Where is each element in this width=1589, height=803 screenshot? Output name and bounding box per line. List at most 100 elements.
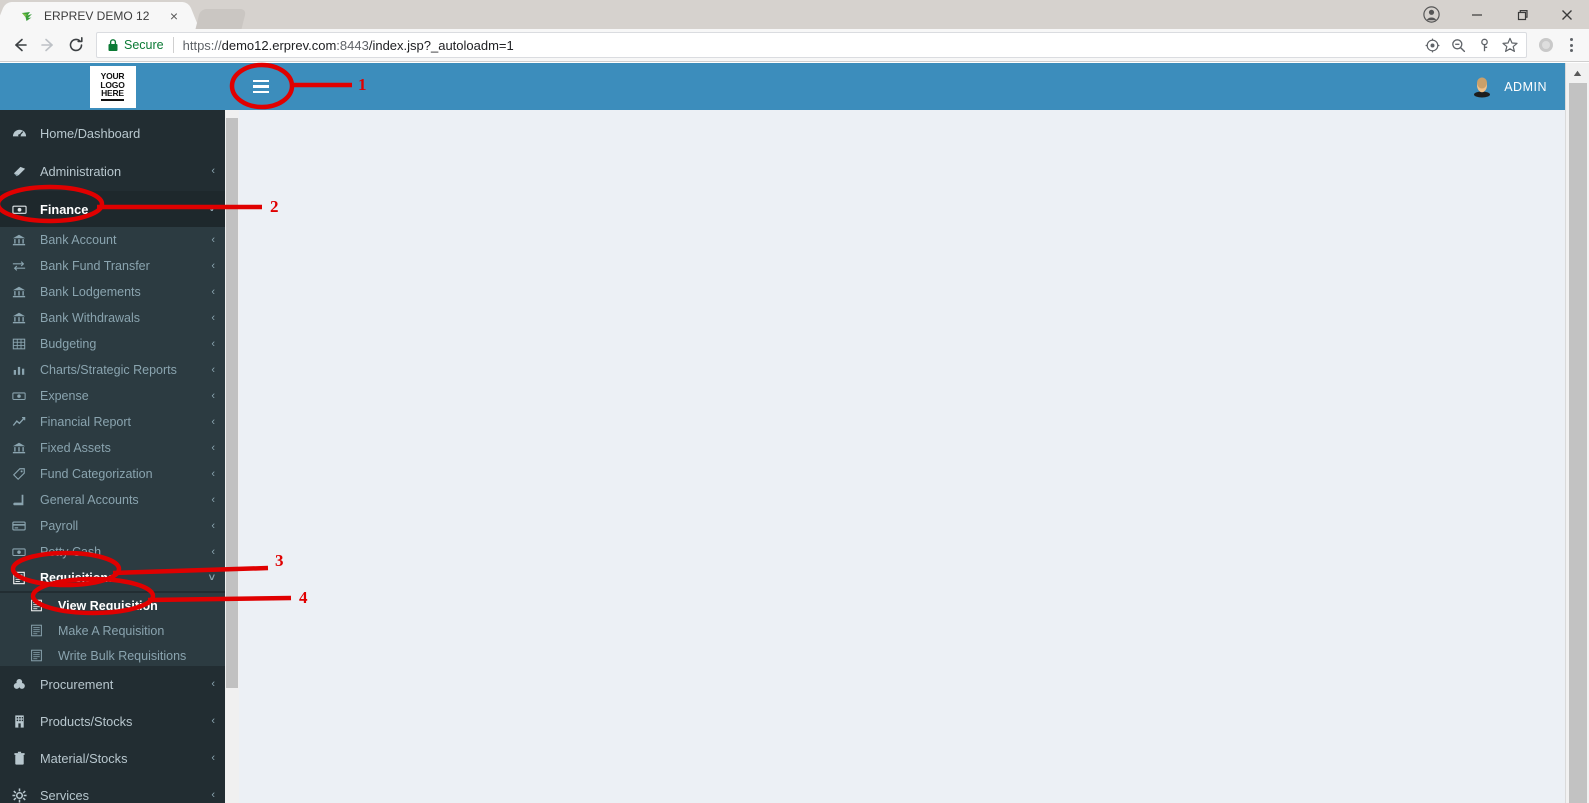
sidebar-item-label: Fund Categorization: [40, 467, 153, 481]
url-host: demo12.erprev.com: [221, 37, 337, 53]
main-content-area: [239, 110, 1565, 803]
sidebar-item-material-stocks[interactable]: Material/Stocks ‹: [0, 740, 225, 777]
sidebar-item-services[interactable]: Services ‹: [0, 777, 225, 803]
chevron-left-icon: ‹: [211, 259, 215, 272]
header-user-area[interactable]: ADMIN: [1469, 63, 1565, 110]
sidebar-item-bank-account[interactable]: Bank Account ‹: [0, 227, 225, 253]
sidebar-item-label: Finance: [40, 201, 89, 217]
sidebar-item-financial-report[interactable]: Financial Report ‹: [0, 409, 225, 435]
sidebar-item-bank-withdrawals[interactable]: Bank Withdrawals ‹: [0, 305, 225, 331]
back-button[interactable]: [6, 31, 34, 59]
sidebar-item-label: Requisitions: [40, 571, 116, 585]
list-alt-icon: [30, 599, 50, 612]
sidebar-item-make-a-requisition[interactable]: Make A Requisition: [0, 618, 225, 643]
chevron-left-icon: ‹: [211, 752, 215, 764]
app-logo: YOUR LOGO HERE: [89, 65, 136, 108]
sidebar-item-charts-strategic-reports[interactable]: Charts/Strategic Reports ‹: [0, 357, 225, 383]
sidebar-item-label: Charts/Strategic Reports: [40, 363, 177, 377]
sidebar-item-requisitions[interactable]: Requisitions ˅: [0, 565, 225, 591]
logo-area[interactable]: YOUR LOGO HERE: [0, 63, 225, 110]
sidebar-item-fixed-assets[interactable]: Fixed Assets ‹: [0, 435, 225, 461]
url-port: :8443: [336, 37, 369, 53]
sidebar-item-home-dashboard[interactable]: Home/Dashboard: [0, 115, 225, 151]
close-window-button[interactable]: [1544, 0, 1589, 29]
sidebar-item-label: Bank Lodgements: [40, 285, 141, 299]
browser-tab[interactable]: ERPREV DEMO 12 ×: [6, 2, 188, 29]
sidebar-item-label: Write Bulk Requisitions: [58, 648, 187, 663]
sidebar-item-expense[interactable]: Expense ‹: [0, 383, 225, 409]
hamburger-icon-bar: [252, 85, 269, 88]
reload-button[interactable]: [62, 31, 90, 59]
security-indicator: Secure: [107, 38, 164, 52]
sidebar-item-label: General Accounts: [40, 493, 139, 507]
bank-icon: [12, 311, 32, 325]
hamburger-icon-bar: [252, 79, 269, 83]
chevron-left-icon: ‹: [211, 415, 215, 428]
sidebar-scrollbar-thumb[interactable]: [226, 118, 238, 688]
page-scrollbar-thumb[interactable]: [1569, 83, 1587, 803]
sidebar-item-petty-cash[interactable]: Petty Cash ‹: [0, 539, 225, 565]
browser-window: ERPREV DEMO 12 × Secure https://demo12.e…: [0, 0, 1589, 803]
maximize-button[interactable]: [1499, 0, 1544, 29]
extension-icon[interactable]: [1533, 32, 1559, 58]
bank-icon: [12, 285, 32, 299]
sidebar-item-label: Payroll: [40, 519, 79, 533]
close-tab-icon[interactable]: ×: [166, 8, 182, 24]
sidebar-item-procurement[interactable]: Procurement ‹: [0, 666, 225, 703]
ribbon-icon: [12, 164, 32, 179]
tab-strip: ERPREV DEMO 12 ×: [0, 0, 1589, 29]
sidebar-item-bank-lodgements[interactable]: Bank Lodgements ‹: [0, 279, 225, 305]
sidebar-item-fund-categorization[interactable]: Fund Categorization ‹: [0, 461, 225, 487]
address-bar[interactable]: Secure https://demo12.erprev.com:8443/in…: [96, 32, 1527, 58]
sidebar-item-label: Fixed Assets: [40, 441, 111, 455]
browser-menu-icon[interactable]: [1559, 32, 1583, 58]
chevron-left-icon: ‹: [211, 233, 215, 246]
chevron-left-icon: ‹: [211, 363, 215, 376]
profile-icon[interactable]: [1409, 0, 1454, 29]
sidebar-item-general-accounts[interactable]: General Accounts ‹: [0, 487, 225, 513]
user-avatar-icon: [1469, 74, 1495, 100]
sidebar-item-payroll[interactable]: Payroll ‹: [0, 513, 225, 539]
dashboard-icon: [12, 126, 32, 141]
sidebar-item-label: Home/Dashboard: [40, 125, 141, 141]
forward-button[interactable]: [34, 31, 62, 59]
chevron-left-icon: ‹: [211, 789, 215, 801]
sidebar-item-finance[interactable]: Finance ˅: [0, 191, 225, 227]
sidebar-item-products-stocks[interactable]: Products/Stocks ‹: [0, 703, 225, 740]
sidebar-item-view-requisition[interactable]: View Requisition: [0, 593, 225, 618]
sidebar-item-label: Administration: [40, 163, 122, 179]
omnibox-divider: [172, 37, 174, 53]
cubes-icon: [12, 677, 32, 692]
sidebar-item-budgeting[interactable]: Budgeting ‹: [0, 331, 225, 357]
omnibox-actions: [1420, 33, 1522, 57]
sidebar-item-administration[interactable]: Administration ‹: [0, 153, 225, 189]
chevron-left-icon: ‹: [211, 715, 215, 727]
book-icon: [12, 493, 32, 507]
bank-icon: [12, 441, 32, 455]
sidebar-item-bank-fund-transfer[interactable]: Bank Fund Transfer ‹: [0, 253, 225, 279]
minimize-button[interactable]: [1454, 0, 1499, 29]
window-controls: [1409, 0, 1589, 29]
chevron-left-icon: ‹: [211, 337, 215, 350]
zoom-out-icon[interactable]: [1446, 33, 1470, 57]
scroll-up-arrow-icon[interactable]: [1566, 63, 1589, 83]
chevron-down-icon: ˅: [208, 202, 215, 215]
tab-title: ERPREV DEMO 12: [44, 8, 150, 23]
target-icon[interactable]: [1420, 33, 1444, 57]
sidebar-item-label: Petty Cash: [40, 545, 102, 559]
page-scrollbar-track[interactable]: [1565, 63, 1589, 803]
chevron-left-icon: ‹: [211, 285, 215, 298]
app-header: YOUR LOGO HERE ADMIN: [0, 63, 1565, 110]
new-tab-button[interactable]: [195, 9, 247, 29]
hamburger-toggle[interactable]: [238, 63, 283, 110]
sidebar-item-label: Material/Stocks: [40, 751, 128, 766]
secure-label: Secure: [124, 38, 164, 52]
chevron-left-icon: ‹: [211, 164, 215, 177]
sidebar-item-write-bulk-requisitions[interactable]: Write Bulk Requisitions: [0, 643, 225, 668]
sidebar-item-label: Services: [40, 788, 90, 803]
table-icon: [12, 337, 32, 351]
star-icon[interactable]: [1498, 33, 1522, 57]
key-icon[interactable]: [1472, 33, 1496, 57]
gear-icon: [12, 788, 32, 803]
trash-icon: [12, 751, 32, 766]
